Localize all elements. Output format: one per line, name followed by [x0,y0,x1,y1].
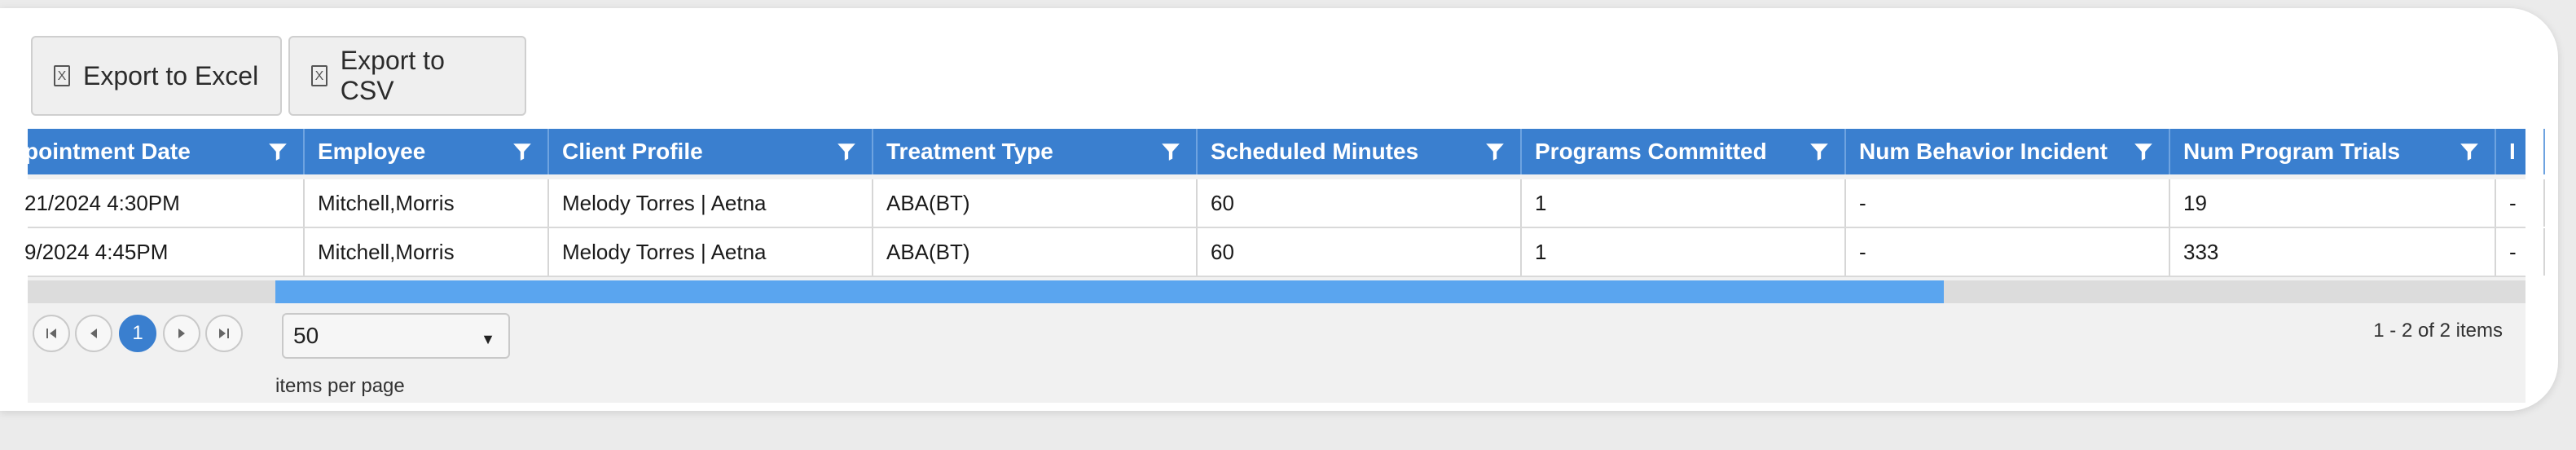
cell-num-behavior-incident: - [1846,179,2170,227]
cell-num-behavior-incident: - [1846,228,2170,276]
cell-programs-committed: 1 [1522,179,1846,227]
pager-summary: 1 - 2 of 2 items [2373,320,2503,342]
column-header-num-program-trials[interactable]: Num Program Trials [2170,129,2496,174]
table-row[interactable]: 9/2024 4:45PM Mitchell,Morris Melody Tor… [24,228,2545,277]
data-grid: pointment Date Employee Client Profile T… [24,129,2545,403]
last-page-icon [219,329,229,338]
grid-header: pointment Date Employee Client Profile T… [24,129,2545,174]
column-header-scheduled-minutes[interactable]: Scheduled Minutes [1198,129,1522,174]
table-row[interactable]: 21/2024 4:30PM Mitchell,Morris Melody To… [24,179,2545,228]
scrollbar-thumb[interactable] [275,280,1944,303]
column-header-partial[interactable]: I [2496,129,2545,174]
items-per-page-label: items per page [275,375,405,397]
column-title: Num Behavior Incident [1859,139,2108,164]
filter-icon[interactable] [2133,140,2154,163]
export-excel-label: Export to Excel [83,60,259,90]
column-header-programs-committed[interactable]: Programs Committed [1522,129,1846,174]
current-page-number: 1 [132,322,143,344]
cell-num-program-trials: 19 [2170,179,2496,227]
previous-page-button[interactable] [75,315,112,352]
cell-treatment-type: ABA(BT) [873,179,1198,227]
cell-appointment-date: 21/2024 4:30PM [11,179,305,227]
grid-card: X Export to Excel X Export to CSV pointm… [0,8,2558,411]
cell-num-program-trials: 333 [2170,228,2496,276]
first-page-button[interactable] [33,315,70,352]
filter-icon[interactable] [1809,140,1830,163]
column-title: Num Program Trials [2183,139,2401,164]
cell-scheduled-minutes: 60 [1198,179,1522,227]
filter-icon[interactable] [836,140,857,163]
filter-icon[interactable] [512,140,533,163]
filter-icon[interactable] [267,140,288,163]
next-page-button[interactable] [163,315,200,352]
page-button-current[interactable]: 1 [119,315,156,352]
filter-icon[interactable] [1160,140,1181,163]
column-title: pointment Date [24,139,191,164]
chevron-down-icon: ▼ [481,331,495,347]
cell-scheduled-minutes: 60 [1198,228,1522,276]
pager: 1 50 ▼ items per page 1 - 2 of 2 items [28,303,2525,403]
cell-partial: - [2496,179,2545,227]
page-size-value: 50 [293,323,319,348]
cell-client-profile: Melody Torres | Aetna [549,179,873,227]
export-excel-button[interactable]: X Export to Excel [31,36,282,116]
export-csv-label: Export to CSV [340,46,445,105]
excel-file-icon: X [54,65,70,86]
page-size-select[interactable]: 50 ▼ [282,313,510,359]
column-title: Treatment Type [886,139,1053,164]
cell-employee: Mitchell,Morris [305,228,549,276]
filter-icon[interactable] [2459,140,2480,163]
column-header-treatment-type[interactable]: Treatment Type [873,129,1198,174]
first-page-icon [46,329,56,338]
column-header-client-profile[interactable]: Client Profile [549,129,873,174]
column-title: Employee [318,139,426,164]
filter-icon[interactable] [1484,140,1506,163]
cell-treatment-type: ABA(BT) [873,228,1198,276]
previous-page-icon [90,329,97,338]
csv-file-icon: X [311,65,327,86]
column-title: I [2509,139,2516,164]
column-title: Scheduled Minutes [1211,139,1419,164]
cell-employee: Mitchell,Morris [305,179,549,227]
column-header-num-behavior-incident[interactable]: Num Behavior Incident [1846,129,2170,174]
export-csv-button[interactable]: X Export to CSV [288,36,526,116]
next-page-icon [178,329,185,338]
column-title: Programs Committed [1535,139,1767,164]
horizontal-scrollbar[interactable] [28,280,2525,303]
column-header-appointment-date[interactable]: pointment Date [11,129,305,174]
column-header-employee[interactable]: Employee [305,129,549,174]
column-title: Client Profile [562,139,703,164]
cell-programs-committed: 1 [1522,228,1846,276]
cell-partial: - [2496,228,2545,276]
cell-appointment-date: 9/2024 4:45PM [11,228,305,276]
last-page-button[interactable] [205,315,243,352]
cell-client-profile: Melody Torres | Aetna [549,228,873,276]
